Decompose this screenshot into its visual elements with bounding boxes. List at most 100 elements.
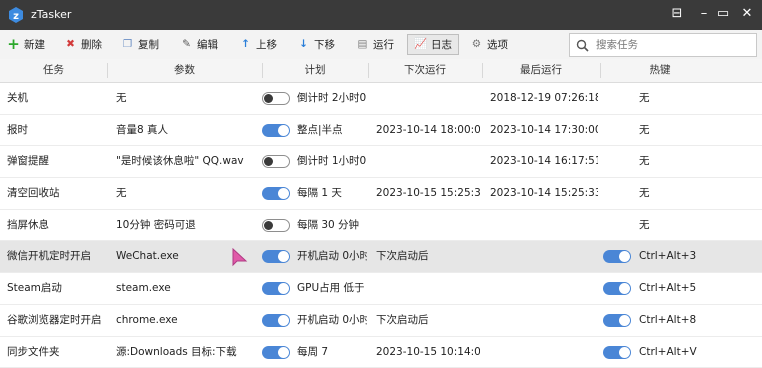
task-list: 关机 无 倒计时 2小时0 2018-12-19 07:26:18 无 报时 音… bbox=[0, 83, 762, 368]
task-name: 报时 bbox=[7, 115, 105, 145]
task-enable-toggle[interactable] bbox=[262, 314, 290, 327]
search-box[interactable] bbox=[569, 33, 757, 57]
copy-label: 复制 bbox=[138, 37, 159, 52]
move-up-label: 上移 bbox=[256, 37, 277, 52]
task-param: 音量8 真人 bbox=[116, 115, 261, 145]
col-header-task[interactable]: 任务 bbox=[0, 59, 107, 82]
table-row[interactable]: 同步文件夹 源:Downloads 目标:下载 每周 7 2023-10-15 … bbox=[0, 337, 762, 368]
new-label: 新建 bbox=[24, 37, 45, 52]
task-hotkey: Ctrl+Alt+8 bbox=[639, 305, 729, 335]
task-plan: 每隔 30 分钟 bbox=[297, 210, 367, 240]
minimize-button[interactable]: – bbox=[696, 6, 712, 22]
task-next-run: 2023-10-15 15:25:33 bbox=[376, 178, 480, 208]
task-name: 关机 bbox=[7, 83, 105, 113]
task-param: 无 bbox=[116, 178, 261, 208]
task-name: 谷歌浏览器定时开启 bbox=[7, 305, 105, 335]
task-hotkey: 无 bbox=[639, 115, 729, 145]
title-bar: z zTasker ⊟ – ▭ ✕ bbox=[0, 0, 762, 30]
run-button[interactable]: ▤ 运行 bbox=[356, 35, 394, 54]
task-hotkey: 无 bbox=[639, 146, 729, 176]
task-last-run bbox=[490, 337, 598, 367]
log-icon: 📈 bbox=[414, 38, 427, 51]
task-plan: 每周 7 bbox=[297, 337, 367, 367]
table-row[interactable]: 清空回收站 无 每隔 1 天 2023-10-15 15:25:33 2023-… bbox=[0, 178, 762, 210]
task-hotkey: 无 bbox=[639, 83, 729, 113]
task-param: steam.exe bbox=[116, 273, 261, 303]
task-next-run: 2023-10-14 18:00:00 bbox=[376, 115, 480, 145]
close-button[interactable]: ✕ bbox=[739, 6, 755, 22]
new-button[interactable]: + 新建 bbox=[7, 35, 45, 54]
col-header-plan[interactable]: 计划 bbox=[262, 59, 368, 82]
edit-icon: ✎ bbox=[180, 38, 193, 51]
task-hotkey: 无 bbox=[639, 210, 729, 240]
table-row[interactable]: 微信开机定时开启 WeChat.exe 开机启动 0小时 下次启动后 Ctrl+… bbox=[0, 241, 762, 273]
col-header-last-run[interactable]: 最后运行 bbox=[482, 59, 600, 82]
task-enable-toggle[interactable] bbox=[262, 250, 290, 263]
task-last-run bbox=[490, 210, 598, 240]
task-plan: 开机启动 0小时 bbox=[297, 305, 367, 335]
task-next-run bbox=[376, 83, 480, 113]
copy-button[interactable]: ❐ 复制 bbox=[121, 35, 159, 54]
restore-icon[interactable]: ⊟ bbox=[669, 6, 685, 22]
task-next-run: 下次启动后 bbox=[376, 305, 480, 335]
table-row[interactable]: Steam启动 steam.exe GPU占用 低于 Ctrl+Alt+5 bbox=[0, 273, 762, 305]
move-down-label: 下移 bbox=[314, 37, 335, 52]
task-last-run: 2018-12-19 07:26:18 bbox=[490, 83, 598, 113]
task-enable-toggle[interactable] bbox=[262, 124, 290, 137]
task-name: Steam启动 bbox=[7, 273, 105, 303]
task-enable-toggle[interactable] bbox=[262, 219, 290, 232]
log-button[interactable]: 📈 日志 bbox=[407, 34, 459, 55]
task-param: chrome.exe bbox=[116, 305, 261, 335]
task-param: 源:Downloads 目标:下载 bbox=[116, 337, 261, 367]
mouse-cursor-icon bbox=[231, 248, 249, 268]
maximize-button[interactable]: ▭ bbox=[715, 6, 731, 22]
run-icon: ▤ bbox=[356, 38, 369, 51]
search-input[interactable] bbox=[594, 38, 748, 52]
delete-label: 删除 bbox=[81, 37, 102, 52]
edit-button[interactable]: ✎ 编辑 bbox=[180, 35, 218, 54]
task-last-run bbox=[490, 305, 598, 335]
edit-label: 编辑 bbox=[197, 37, 218, 52]
col-header-next-run[interactable]: 下次运行 bbox=[368, 59, 482, 82]
task-name: 清空回收站 bbox=[7, 178, 105, 208]
task-enable-toggle[interactable] bbox=[262, 187, 290, 200]
task-last-run bbox=[490, 241, 598, 271]
app-logo-icon: z bbox=[7, 6, 25, 24]
task-enable-toggle[interactable] bbox=[262, 346, 290, 359]
task-plan: 整点|半点 bbox=[297, 115, 367, 145]
delete-button[interactable]: ✖ 删除 bbox=[64, 35, 102, 54]
task-enable-toggle[interactable] bbox=[262, 155, 290, 168]
move-down-button[interactable]: ↓ 下移 bbox=[297, 35, 335, 54]
log-label: 日志 bbox=[431, 37, 452, 52]
col-header-param[interactable]: 参数 bbox=[107, 59, 262, 82]
task-last-run: 2023-10-14 16:17:51 bbox=[490, 146, 598, 176]
task-hotkey: 无 bbox=[639, 178, 729, 208]
task-next-run: 2023-10-15 10:14:00 bbox=[376, 337, 480, 367]
task-name: 弹窗提醒 bbox=[7, 146, 105, 176]
plus-icon: + bbox=[7, 38, 20, 51]
table-row[interactable]: 弹窗提醒 "是时候该休息啦" QQ.wav 倒计时 1小时0 2023-10-1… bbox=[0, 146, 762, 178]
options-button[interactable]: ⚙ 选项 bbox=[470, 35, 508, 54]
arrow-down-icon: ↓ bbox=[297, 38, 310, 51]
task-next-run bbox=[376, 210, 480, 240]
table-row[interactable]: 报时 音量8 真人 整点|半点 2023-10-14 18:00:00 2023… bbox=[0, 115, 762, 147]
hotkey-enable-toggle[interactable] bbox=[603, 314, 631, 327]
copy-icon: ❐ bbox=[121, 38, 134, 51]
task-next-run bbox=[376, 273, 480, 303]
table-row[interactable]: 挡屏休息 10分钟 密码可退 每隔 30 分钟 无 bbox=[0, 210, 762, 242]
table-row[interactable]: 谷歌浏览器定时开启 chrome.exe 开机启动 0小时 下次启动后 Ctrl… bbox=[0, 305, 762, 337]
options-label: 选项 bbox=[487, 37, 508, 52]
hotkey-enable-toggle[interactable] bbox=[603, 250, 631, 263]
task-hotkey: Ctrl+Alt+V bbox=[639, 337, 729, 367]
table-row[interactable]: 关机 无 倒计时 2小时0 2018-12-19 07:26:18 无 bbox=[0, 83, 762, 115]
task-last-run: 2023-10-14 15:25:33 bbox=[490, 178, 598, 208]
task-enable-toggle[interactable] bbox=[262, 92, 290, 105]
move-up-button[interactable]: ↑ 上移 bbox=[239, 35, 277, 54]
task-param: 无 bbox=[116, 83, 261, 113]
run-label: 运行 bbox=[373, 37, 394, 52]
task-plan: 每隔 1 天 bbox=[297, 178, 367, 208]
task-enable-toggle[interactable] bbox=[262, 282, 290, 295]
hotkey-enable-toggle[interactable] bbox=[603, 346, 631, 359]
hotkey-enable-toggle[interactable] bbox=[603, 282, 631, 295]
col-header-hotkey[interactable]: 热键 bbox=[600, 59, 720, 82]
